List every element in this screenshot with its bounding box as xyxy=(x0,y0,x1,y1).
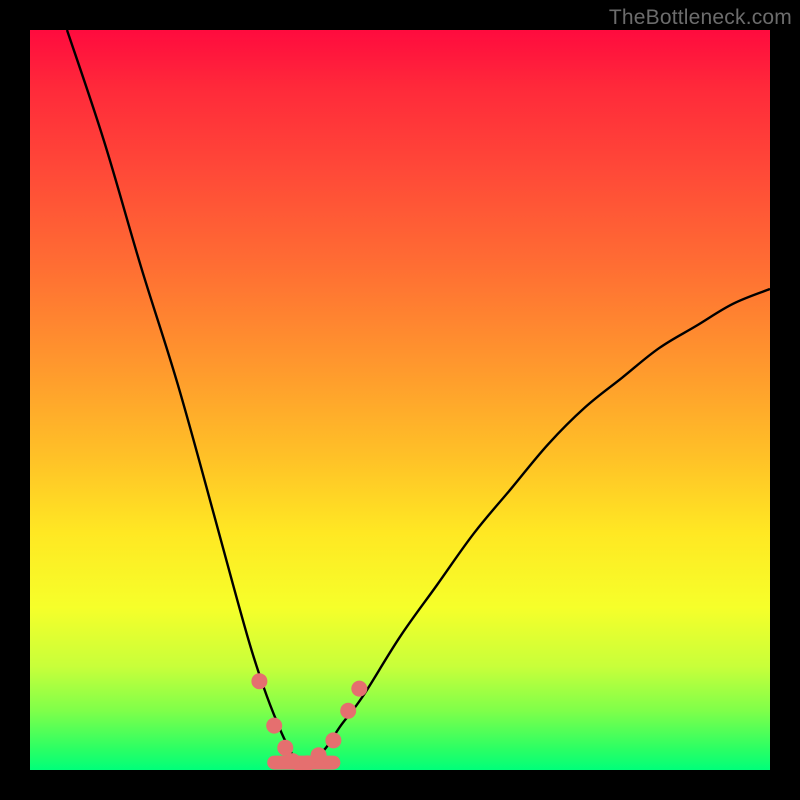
curve-svg xyxy=(30,30,770,770)
marker-dot xyxy=(251,673,267,689)
highlighted-points xyxy=(251,673,367,770)
watermark-text: TheBottleneck.com xyxy=(609,6,792,30)
bottleneck-curve xyxy=(67,30,770,770)
marker-dot xyxy=(340,703,356,719)
marker-dot xyxy=(325,732,341,748)
plot-area xyxy=(30,30,770,770)
marker-dot xyxy=(266,718,282,734)
marker-dot xyxy=(351,681,367,697)
chart-frame: TheBottleneck.com xyxy=(0,0,800,800)
marker-dot xyxy=(311,747,327,763)
